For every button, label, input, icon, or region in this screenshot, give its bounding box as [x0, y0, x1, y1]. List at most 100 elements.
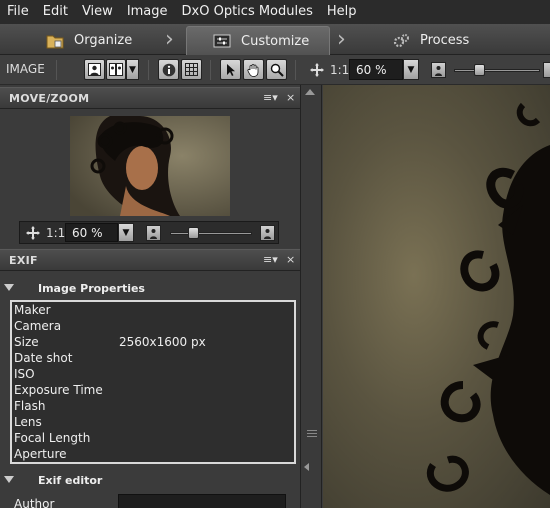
collapse-left-arrow-icon[interactable] [304, 463, 309, 471]
chevron-right-icon: › [337, 27, 346, 52]
property-name: Maker [14, 303, 51, 317]
zoom-one-to-one-button[interactable]: 1:1 [330, 63, 349, 77]
move-arrows-icon[interactable] [25, 225, 41, 241]
menu-help[interactable]: Help [320, 0, 364, 24]
sliders-icon [213, 34, 231, 48]
property-row: Aperture [14, 446, 294, 462]
panel-splitter[interactable] [300, 85, 322, 508]
collapse-triangle-icon[interactable] [4, 284, 14, 291]
grid-button[interactable] [181, 59, 202, 80]
toolbar-separator [148, 60, 149, 80]
single-view-button[interactable] [84, 59, 105, 80]
splitter-grip[interactable] [307, 430, 317, 431]
zoom-level-dropdown[interactable]: ▼ [118, 223, 134, 242]
move-arrows-icon [309, 62, 324, 77]
image-thumbnail[interactable] [70, 116, 230, 216]
menu-image[interactable]: Image [120, 0, 175, 24]
portrait-thumbnail-image [70, 116, 230, 216]
chevron-right-icon: › [165, 27, 174, 52]
tab-customize[interactable]: Customize [186, 26, 331, 55]
exif-panel-header: EXIF ≡▾ × [0, 249, 300, 271]
person-small-icon [150, 229, 157, 239]
menu-view[interactable]: View [75, 0, 120, 24]
image-properties-table: Maker Camera Size 2560x1600 px Date shot… [10, 300, 296, 464]
property-name: ISO [14, 367, 35, 381]
exif-editor-section-header[interactable]: Exif editor [0, 471, 300, 491]
panel-close-icon[interactable]: × [286, 91, 295, 104]
zoom-out-button[interactable] [431, 62, 446, 78]
zoom-level-dropdown[interactable]: ▼ [403, 59, 419, 80]
menu-bar: File Edit View Image DxO Optics Modules … [0, 0, 550, 24]
panel-menu-icon[interactable]: ≡▾ [263, 253, 278, 266]
zoom-slider-track[interactable] [170, 232, 252, 235]
gears-icon [393, 33, 409, 47]
property-row: Date shot [14, 350, 294, 366]
portrait-image-view [427, 102, 550, 495]
splitter-grip[interactable] [307, 436, 317, 437]
property-name: Lens [14, 415, 42, 429]
view-mode-dropdown[interactable]: ▼ [126, 59, 139, 80]
menu-edit[interactable]: Edit [36, 0, 75, 24]
zoom-tool-button[interactable] [266, 59, 287, 80]
menu-dxo-optics-modules[interactable]: DxO Optics Modules [175, 0, 320, 24]
zoom-one-to-one-button[interactable]: 1:1 [46, 226, 65, 240]
exif-panel: Image Properties Maker Camera Size 2560x… [0, 271, 300, 508]
toolbar-separator [56, 60, 57, 80]
property-name: Exposure Time [14, 383, 103, 397]
move-zoom-panel: 1:1 60 % ▼ [0, 109, 300, 248]
property-name: Camera [14, 319, 62, 333]
workflow-tabs: Organize › Customize › Process [0, 24, 550, 55]
zoom-slider-thumb[interactable] [474, 64, 485, 76]
zoom-level-field[interactable]: 60 % [349, 59, 403, 80]
move-zoom-panel-header: MOVE/ZOOM ≡▾ × [0, 87, 300, 109]
zoom-slider-track[interactable] [454, 69, 540, 72]
pointer-icon [226, 63, 235, 76]
zoom-level-field[interactable]: 60 % [65, 223, 118, 242]
property-name: Size [14, 335, 39, 349]
panel-close-icon[interactable]: × [286, 253, 295, 266]
property-row: Focal Length [14, 430, 294, 446]
property-row: Camera [14, 318, 294, 334]
select-tool-button[interactable] [220, 59, 241, 80]
exif-title: EXIF [9, 254, 38, 267]
zoom-in-button[interactable] [260, 225, 275, 241]
collapse-triangle-icon[interactable] [4, 476, 14, 483]
hand-tool-button[interactable] [243, 59, 264, 80]
magnifier-icon [270, 63, 284, 77]
scroll-up-arrow-icon[interactable] [305, 89, 315, 95]
tab-organize-label: Organize [74, 33, 133, 48]
splitter-grip[interactable] [307, 433, 317, 434]
image-properties-title: Image Properties [38, 282, 145, 295]
property-name: Date shot [14, 351, 73, 365]
property-row: Maker [14, 302, 294, 318]
fit-to-screen-button[interactable] [306, 59, 327, 80]
folder-icon [46, 35, 64, 48]
property-row: Size 2560x1600 px [14, 334, 294, 350]
person-small-icon [435, 66, 442, 76]
info-button[interactable] [158, 59, 179, 80]
property-row: Lens [14, 414, 294, 430]
hand-icon [247, 63, 258, 77]
zoom-in-button[interactable] [543, 62, 550, 78]
property-value: 2560x1600 px [119, 335, 206, 349]
tab-process[interactable]: Process [392, 26, 469, 55]
toolbar-separator [210, 60, 211, 80]
image-properties-section-header[interactable]: Image Properties [0, 279, 300, 299]
info-icon [162, 63, 175, 76]
property-name: Flash [14, 399, 46, 413]
image-canvas[interactable] [323, 85, 550, 508]
tab-organize[interactable]: Organize [46, 26, 132, 55]
image-toolbar: IMAGE ▼ 1:1 60 % ▼ [0, 55, 550, 85]
property-name: Aperture [14, 447, 67, 461]
author-input[interactable] [118, 494, 286, 508]
property-name: Focal Length [14, 431, 91, 445]
tab-process-label: Process [420, 33, 470, 48]
zoom-slider-thumb[interactable] [188, 227, 199, 239]
person-icon [88, 63, 101, 76]
move-zoom-controls: 1:1 60 % ▼ [19, 221, 279, 244]
menu-file[interactable]: File [0, 0, 36, 24]
move-zoom-title: MOVE/ZOOM [9, 92, 90, 105]
compare-view-button[interactable] [106, 59, 126, 80]
zoom-out-button[interactable] [146, 225, 161, 241]
panel-menu-icon[interactable]: ≡▾ [263, 91, 278, 104]
